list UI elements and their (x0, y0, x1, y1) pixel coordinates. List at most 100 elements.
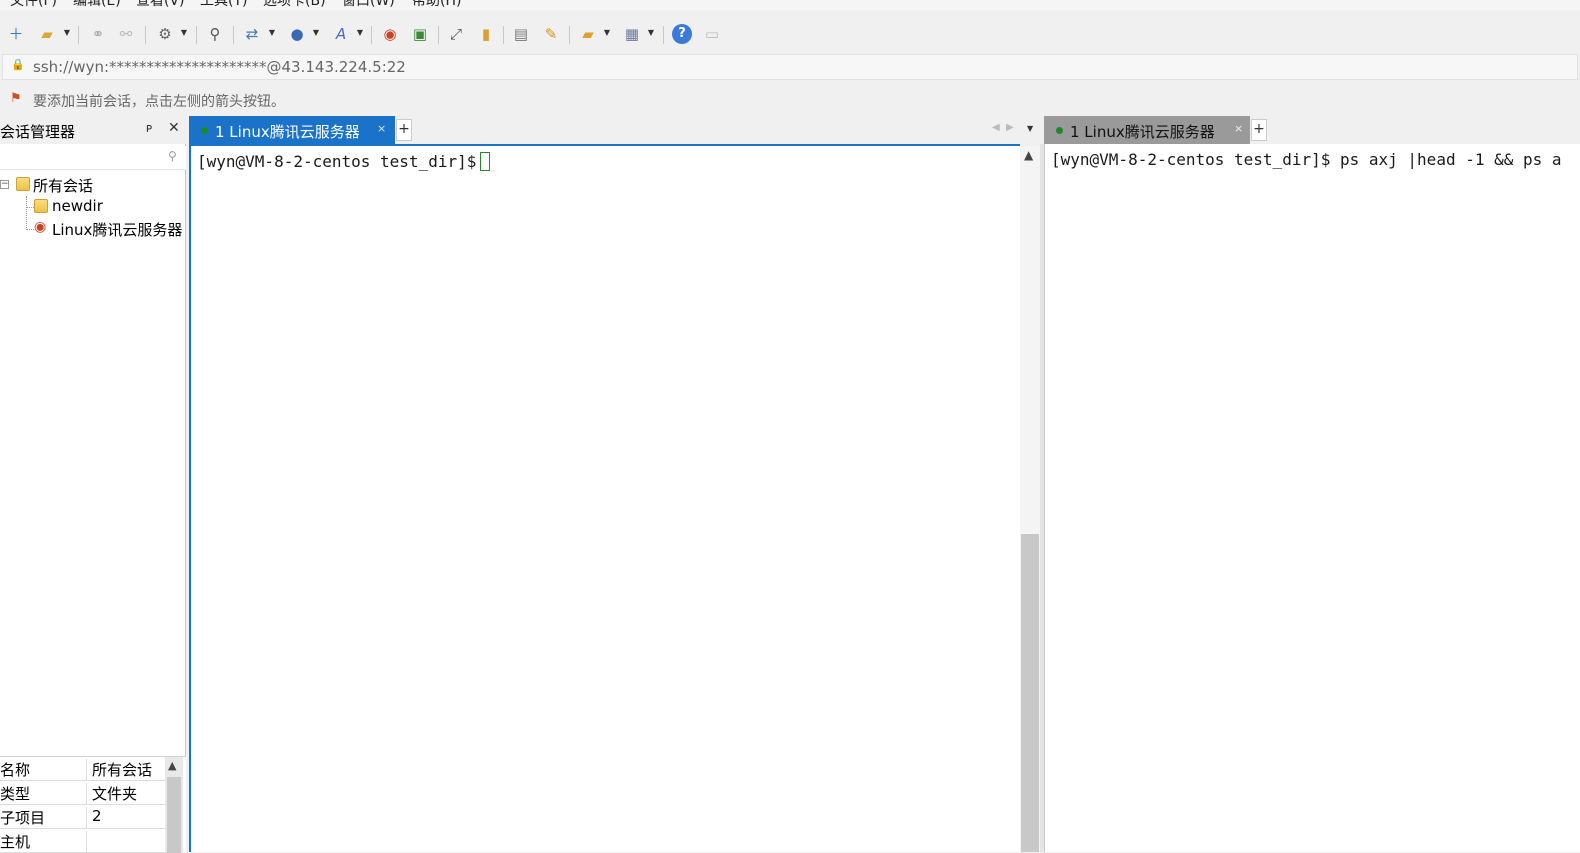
property-key: 主机 (0, 831, 87, 853)
tab-label: 1 Linux腾讯云服务器 (215, 123, 360, 141)
toolbar-separator (78, 26, 79, 44)
menu-window[interactable]: 窗口(W) (342, 0, 395, 10)
tab-list-dropdown-icon[interactable]: ▼ (1027, 124, 1033, 133)
session-search-input[interactable]: ⚲ (0, 146, 186, 170)
terminal-right[interactable]: [wyn@VM-8-2-centos test_dir]$ ps axj |he… (1044, 144, 1580, 852)
toolbar: ＋ ▰ ▼ ⚭ ⚯ ⚙ ▼ ⚲ ⇄ ▼ ● ▼ A ▼ ◉ ▣ ⤢ ▮ ▤ ✎ … (0, 14, 1580, 52)
property-key: 类型 (0, 783, 87, 805)
globe-icon[interactable]: ● (287, 24, 307, 44)
layout-icon[interactable]: ▦ (622, 24, 642, 44)
tab-right-linux-server[interactable]: 1 Linux腾讯云服务器 × (1044, 116, 1250, 144)
terminal-prompt-line: [wyn@VM-8-2-centos test_dir]$ (197, 152, 491, 171)
pin-icon[interactable]: ᴘ (146, 121, 152, 135)
chevron-down-icon[interactable]: ▼ (312, 26, 320, 40)
close-tab-icon[interactable]: × (1234, 122, 1243, 135)
settings-icon[interactable]: ⚙ (155, 24, 175, 44)
property-value: 所有会话 (92, 761, 153, 779)
chevron-down-icon[interactable]: ▼ (603, 26, 611, 40)
close-icon[interactable]: ✕ (168, 120, 180, 136)
terminal-command-line: [wyn@VM-8-2-centos test_dir]$ ps axj |he… (1051, 150, 1562, 169)
terminal-prompt: [wyn@VM-8-2-centos test_dir]$ (197, 152, 477, 171)
property-key: 子项目 (0, 807, 87, 829)
xshell-icon[interactable]: ◉ (380, 24, 400, 44)
chevron-down-icon[interactable]: ▼ (180, 26, 188, 40)
menu-help[interactable]: 帮助(H) (412, 0, 461, 10)
scrollbar-thumb[interactable] (167, 777, 181, 853)
tree-item-label: 所有会话 (33, 177, 94, 195)
add-session-arrow-icon[interactable]: ⚑ (10, 91, 26, 107)
toolbar-separator (196, 26, 197, 44)
transfer-icon[interactable]: ⇄ (242, 24, 262, 44)
menu-bar: 文件(F) 编辑(E) 查看(V) 工具(T) 选项卡(B) 窗口(W) 帮助(… (0, 0, 1580, 10)
add-tab-button[interactable]: + (396, 119, 412, 141)
tree-item-newdir[interactable]: newdir (34, 196, 184, 218)
menu-view[interactable]: 查看(V) (136, 0, 185, 10)
right-pane-tabstrip: 1 Linux腾讯云服务器 × + (1044, 116, 1580, 144)
chat-icon[interactable]: ▭ (702, 24, 722, 44)
menu-tabs[interactable]: 选项卡(B) (263, 0, 326, 10)
property-row: 类型 文件夹 (0, 781, 165, 805)
properties-scrollbar[interactable]: ▲ (165, 757, 183, 853)
session-properties: 名称 所有会话 类型 文件夹 子项目 2 主机 ▲ (0, 756, 186, 853)
chevron-down-icon[interactable]: ▼ (647, 26, 655, 40)
scroll-up-icon[interactable]: ▲ (168, 759, 176, 772)
new-tab-folder-icon[interactable]: ▰ (578, 24, 598, 44)
tab-left-linux-server[interactable]: 1 Linux腾讯云服务器 × (189, 116, 395, 144)
tree-item-label: Linux腾讯云服务器 (52, 221, 183, 239)
chevron-down-icon[interactable]: ▼ (63, 26, 71, 40)
disconnect-icon[interactable]: ⚯ (116, 24, 136, 44)
search-icon[interactable]: ⚲ (205, 24, 225, 44)
toolbar-separator (371, 26, 372, 44)
property-key: 名称 (0, 759, 87, 781)
tree-line (26, 196, 27, 230)
scrollbar-thumb[interactable] (1021, 534, 1039, 852)
xshell-session-icon: ◉ (34, 219, 47, 235)
close-tab-icon[interactable]: × (377, 122, 386, 135)
connected-status-icon (201, 127, 208, 134)
xftp-icon[interactable]: ▣ (410, 24, 430, 44)
toolbar-separator (663, 26, 664, 44)
tree-line (26, 207, 34, 208)
session-manager-panel: 会话管理器 ᴘ ✕ ⚲ − 所有会话 newdir ◉ Linux腾讯云服务器 … (0, 116, 186, 853)
menu-edit[interactable]: 编辑(E) (73, 0, 121, 10)
open-folder-icon[interactable]: ▰ (37, 24, 57, 44)
tree-item-all-sessions[interactable]: − 所有会话 (0, 174, 186, 196)
tab-scroll-right-icon[interactable]: ▶ (1006, 122, 1014, 133)
terminal-left-scrollbar[interactable]: ▲ (1020, 146, 1040, 852)
help-icon[interactable]: ? (672, 24, 692, 44)
session-manager-title: 会话管理器 (0, 123, 76, 141)
address-bar[interactable]: 🔒 ssh://wyn:*********************@43.143… (2, 54, 1578, 80)
add-tab-button[interactable]: + (1251, 119, 1267, 141)
connect-icon[interactable]: ⚭ (88, 24, 108, 44)
keyboard-icon[interactable]: ▤ (511, 24, 531, 44)
new-session-icon[interactable]: ＋ (6, 24, 26, 44)
chevron-down-icon[interactable]: ▼ (268, 26, 276, 40)
toolbar-separator (503, 26, 504, 44)
hint-text: 要添加当前会话，点击左侧的箭头按钮。 (33, 94, 285, 110)
folder-icon (16, 177, 30, 191)
lock-icon[interactable]: ▮ (476, 24, 496, 44)
session-manager-header: 会话管理器 ᴘ ✕ (0, 116, 186, 144)
terminal-cursor (480, 152, 491, 171)
terminal-left[interactable]: [wyn@VM-8-2-centos test_dir]$ (189, 144, 1020, 852)
property-row: 名称 所有会话 (0, 757, 165, 781)
connected-status-icon (1056, 127, 1063, 134)
tab-scroll-left-icon[interactable]: ◀ (992, 122, 1000, 133)
fullscreen-icon[interactable]: ⤢ (446, 24, 466, 44)
search-icon: ⚲ (168, 149, 177, 163)
menu-tools[interactable]: 工具(T) (200, 0, 247, 10)
tree-line (26, 229, 34, 230)
lock-icon: 🔒 (11, 58, 25, 71)
font-icon[interactable]: A (331, 24, 351, 44)
folder-icon (34, 199, 48, 213)
pane-splitter[interactable] (1040, 144, 1044, 852)
collapse-icon[interactable]: − (0, 180, 9, 189)
tree-item-linux-server[interactable]: ◉ Linux腾讯云服务器 (34, 218, 184, 240)
menu-file[interactable]: 文件(F) (10, 0, 57, 10)
scroll-up-icon[interactable]: ▲ (1024, 148, 1033, 162)
chevron-down-icon[interactable]: ▼ (356, 26, 364, 40)
tree-item-label: newdir (52, 197, 103, 215)
property-value: 2 (92, 807, 102, 825)
hint-bar: ⚑ 要添加当前会话，点击左侧的箭头按钮。 (0, 88, 1580, 112)
highlight-icon[interactable]: ✎ (541, 24, 561, 44)
